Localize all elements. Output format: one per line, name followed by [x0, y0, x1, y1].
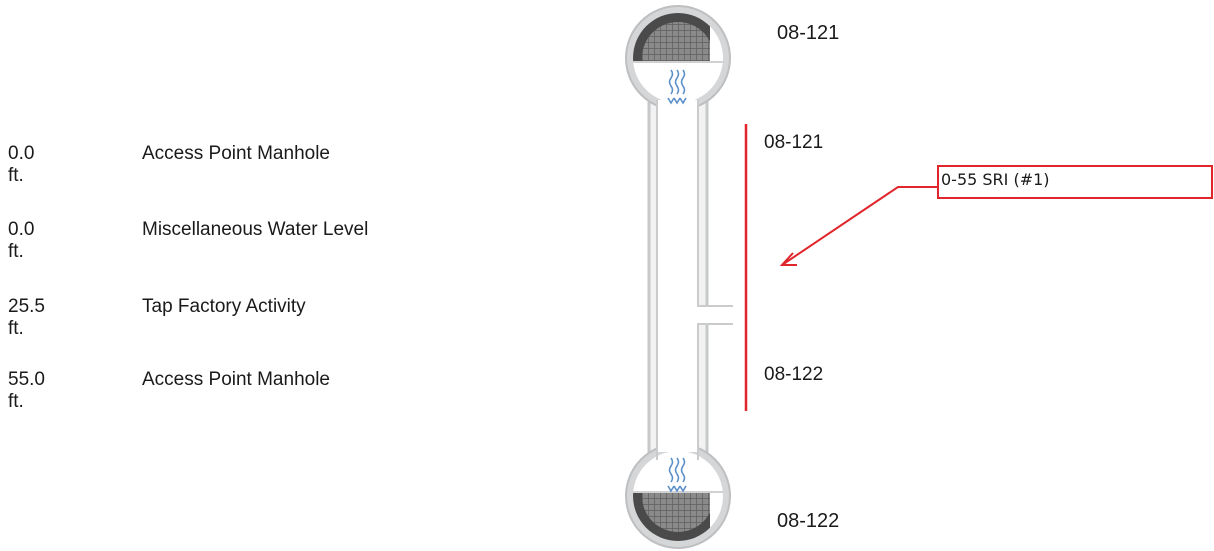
segment-start-label: 08-121 [764, 132, 824, 153]
pipe-diagram [625, 5, 937, 549]
callout-leader-arrow [779, 186, 937, 266]
segment-end-label: 08-122 [764, 364, 824, 385]
downstream-manhole-label: 08-122 [777, 510, 840, 532]
upstream-manhole-icon [625, 5, 731, 111]
upstream-manhole-label: 08-121 [777, 22, 840, 44]
defect-callout: 0-55 SRI (#1) [937, 165, 1213, 199]
tap-connection [696, 305, 733, 325]
